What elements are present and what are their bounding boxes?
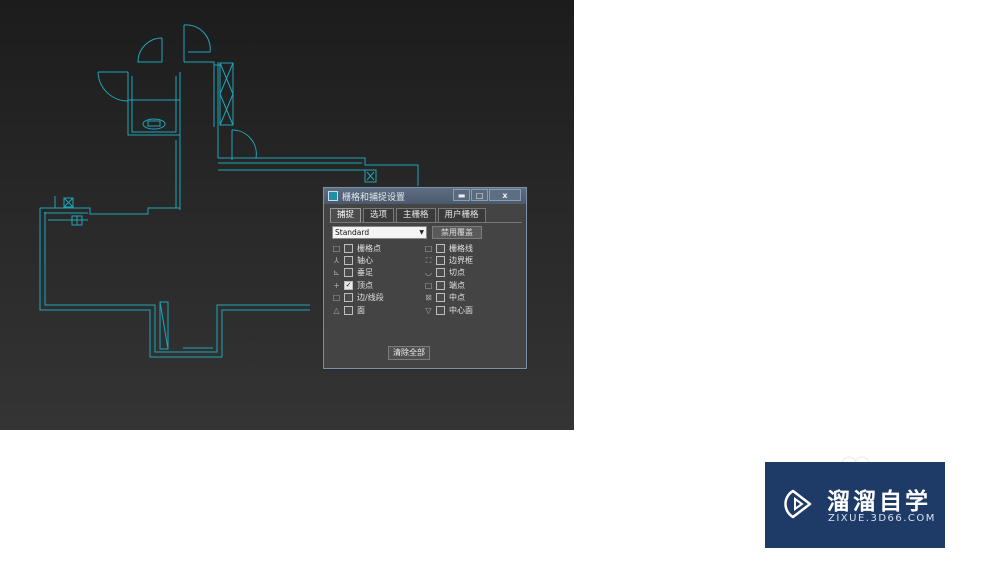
midpoint-checkbox[interactable] — [436, 293, 445, 303]
snap-options-right: □ 栅格线 ⛶ 边界框 ◡ 切点 □ 端点 ⊠ 中点 ▽ 中心面 — [424, 242, 473, 316]
endpoint-checkbox[interactable] — [436, 280, 445, 290]
app-icon — [328, 191, 338, 201]
tangent-icon: ◡ — [425, 268, 432, 278]
center-face-checkbox[interactable] — [436, 305, 445, 315]
option-midpoint[interactable]: ⊠ 中点 — [424, 292, 473, 304]
tab-options[interactable]: 选项 — [363, 208, 395, 223]
grid-line-icon: □ — [424, 243, 433, 253]
maximize-button[interactable]: □ — [471, 189, 488, 201]
tab-divider — [330, 222, 522, 223]
bounding-box-checkbox[interactable] — [436, 256, 445, 266]
face-checkbox[interactable] — [344, 305, 353, 315]
option-label: 轴心 — [357, 256, 373, 266]
chevron-down-icon: ▼ — [419, 229, 424, 236]
dialog-title: 栅格和捕捉设置 — [342, 193, 406, 203]
brand-logo: 溜溜自学 ZIXUE.3D66.COM — [765, 462, 945, 548]
midpoint-icon: ⊠ — [425, 293, 432, 303]
option-label: 中心面 — [449, 305, 473, 315]
option-label: 边界框 — [449, 256, 473, 266]
tab-home-grid[interactable]: 主栅格 — [396, 208, 436, 223]
option-grid-lines[interactable]: □ 栅格线 — [424, 242, 473, 254]
option-label: 中点 — [449, 293, 465, 303]
edge-segment-icon: □ — [332, 293, 341, 303]
vertex-checkbox[interactable]: ✓ — [344, 280, 353, 290]
option-center-face[interactable]: ▽ 中心面 — [424, 304, 473, 316]
grid-lines-checkbox[interactable] — [436, 243, 445, 253]
logo-text-cn: 溜溜自学 — [827, 489, 931, 515]
option-label: 垂足 — [357, 268, 373, 278]
snap-preset-select[interactable]: Standard ▼ — [332, 226, 427, 239]
grid-point-icon: □ — [332, 243, 341, 253]
edge-segment-checkbox[interactable] — [344, 293, 353, 303]
option-edge-segment[interactable]: □ 边/线段 — [332, 292, 384, 304]
option-label: 栅格线 — [449, 243, 473, 253]
tab-user-grids[interactable]: 用户栅格 — [437, 208, 486, 223]
option-label: 切点 — [449, 268, 465, 278]
grid-snap-settings-dialog: 栅格和捕捉设置 ▬ □ x 捕捉 选项 主栅格 用户栅格 Standard ▼ … — [323, 187, 527, 369]
3d-viewport[interactable]: 栅格和捕捉设置 ▬ □ x 捕捉 选项 主栅格 用户栅格 Standard ▼ … — [0, 0, 574, 430]
bounding-box-icon: ⛶ — [425, 256, 432, 266]
option-label: 边/线段 — [357, 293, 384, 303]
snap-preset-value: Standard — [335, 228, 370, 237]
pivot-icon: ⅄ — [334, 256, 339, 266]
logo-text-en: ZIXUE.3D66.COM — [828, 513, 936, 524]
option-grid-points[interactable]: □ 栅格点 — [332, 242, 384, 254]
minimize-button[interactable]: ▬ — [453, 189, 470, 201]
option-perpendicular[interactable]: ⊾ 垂足 — [332, 267, 384, 279]
dialog-titlebar[interactable]: 栅格和捕捉设置 ▬ □ x — [324, 188, 526, 204]
dialog-tabs: 捕捉 选项 主栅格 用户栅格 — [330, 208, 486, 223]
snap-options-left: □ 栅格点 ⅄ 轴心 ⊾ 垂足 + ✓ 顶点 □ 边/线段 △ 面 — [332, 242, 384, 316]
tangent-checkbox[interactable] — [436, 268, 445, 278]
option-label: 端点 — [449, 280, 465, 290]
option-pivot[interactable]: ⅄ 轴心 — [332, 254, 384, 266]
option-vertex[interactable]: + ✓ 顶点 — [332, 279, 384, 291]
override-off-button[interactable]: 禁用覆盖 — [432, 226, 482, 239]
option-label: 面 — [357, 305, 365, 315]
perpendicular-checkbox[interactable] — [344, 268, 353, 278]
face-icon: △ — [333, 305, 340, 315]
option-tangent[interactable]: ◡ 切点 — [424, 267, 473, 279]
tab-snaps[interactable]: 捕捉 — [330, 208, 362, 223]
option-label: 栅格点 — [357, 243, 381, 253]
clear-all-button[interactable]: 清除全部 — [388, 346, 430, 360]
option-face[interactable]: △ 面 — [332, 304, 384, 316]
perpendicular-icon: ⊾ — [333, 268, 340, 278]
grid-points-checkbox[interactable] — [344, 243, 353, 253]
endpoint-icon: □ — [424, 280, 433, 290]
option-endpoint[interactable]: □ 端点 — [424, 279, 473, 291]
play-logo-icon — [784, 489, 812, 519]
vertex-icon: + — [333, 280, 340, 290]
option-label: 顶点 — [357, 280, 373, 290]
close-button[interactable]: x — [489, 189, 521, 201]
option-bounding-box[interactable]: ⛶ 边界框 — [424, 254, 473, 266]
center-face-icon: ▽ — [425, 305, 432, 315]
pivot-checkbox[interactable] — [344, 256, 353, 266]
